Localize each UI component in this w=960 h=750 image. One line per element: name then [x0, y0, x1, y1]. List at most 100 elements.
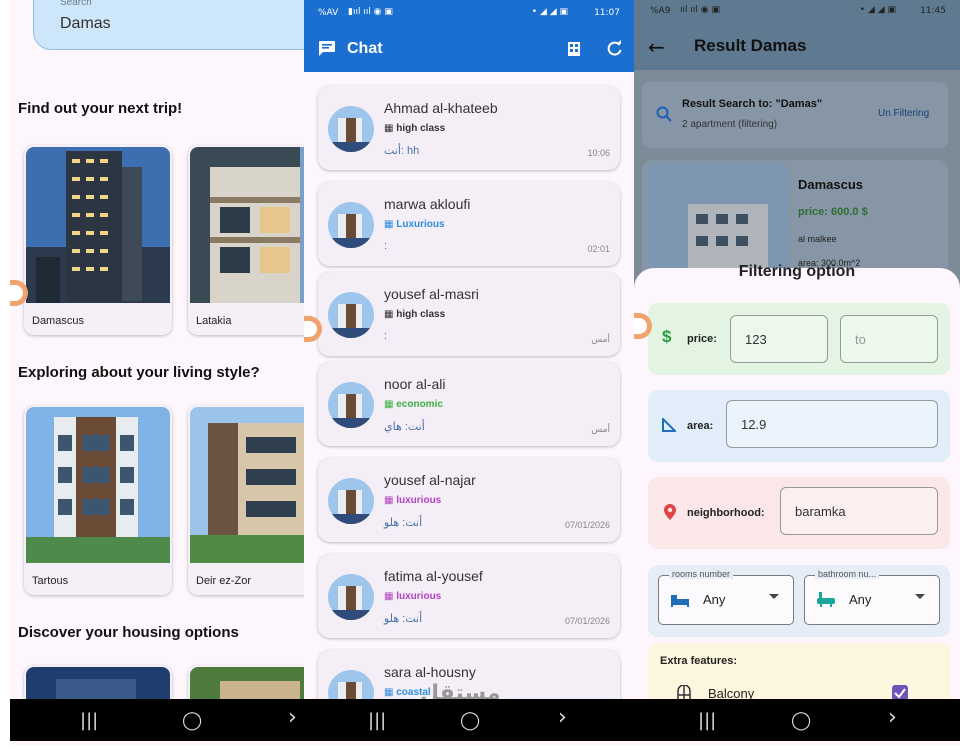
- chat-last-message: أنت: هاي: [384, 421, 425, 433]
- location-pin-icon: [664, 504, 676, 520]
- unfilter-button[interactable]: Un Filtering: [878, 108, 929, 119]
- search-field[interactable]: Search Damas: [33, 0, 304, 50]
- building-icon: ▦: [384, 309, 397, 320]
- price-to-input[interactable]: to: [840, 315, 938, 363]
- chat-item[interactable]: Ahmad al-khateeb ▦ high class أنت: hh 10:06: [318, 86, 620, 170]
- area-input[interactable]: 12.9: [726, 400, 938, 448]
- status-time: 11:07: [594, 8, 620, 18]
- property-city: Damascus: [798, 177, 864, 192]
- rooms-label: rooms number: [669, 569, 734, 579]
- neighborhood-label: neighborhood:: [687, 507, 765, 519]
- chevron-down-icon: [769, 594, 779, 599]
- chevron-down-icon: [915, 594, 925, 599]
- home-button[interactable]: ◯: [182, 710, 202, 731]
- chat-item[interactable]: fatima al-yousef ▦ luxurious أنت: هلو 07/01…: [318, 554, 620, 638]
- city-name: Damascus: [32, 315, 84, 327]
- chat-last-message: أنت: هلو: [384, 613, 423, 625]
- chat-icon: [319, 41, 335, 56]
- app-bar: %A9 ııl ııl ◉ ▣ • ◢ ◢ ▣ 11:45 ← Result D…: [634, 0, 960, 70]
- building-icon: ▦: [384, 219, 397, 230]
- city-name: Latakia: [196, 315, 232, 327]
- notification-icons: • ◢ ◢ ▣: [859, 5, 896, 15]
- chat-class: ▦ Luxurious: [384, 219, 445, 230]
- filter-sheet: Filtering option $ price: 123 to area: 1…: [634, 263, 960, 745]
- app-title: Chat: [347, 40, 383, 57]
- chat-last-message: أنت: هلو: [384, 517, 423, 529]
- status-bar: %A9 ııl ııl ◉ ▣ • ◢ ◢ ▣ 11:45: [634, 0, 960, 26]
- building-image: [190, 407, 304, 563]
- chat-time: 10:06: [587, 148, 610, 158]
- refresh-icon[interactable]: [606, 40, 623, 57]
- notification-icons: • ◢ ◢ ▣: [531, 7, 568, 17]
- section-title-trip: Find out your next trip!: [18, 100, 183, 117]
- recents-button[interactable]: |||: [80, 710, 98, 731]
- back-button[interactable]: ›: [558, 705, 567, 730]
- area-icon: [662, 418, 676, 432]
- chat-item[interactable]: noor al-ali ▦ economic أنت: هاي أمس: [318, 362, 620, 446]
- home-button[interactable]: ◯: [791, 710, 811, 731]
- chat-time: 07/01/2026: [564, 616, 610, 626]
- rooms-filter: rooms number Any bathroom nu... Any: [648, 565, 950, 637]
- city-card-deir-ez-zor[interactable]: Deir ez-Zor: [188, 405, 304, 595]
- building-icon[interactable]: [566, 40, 582, 57]
- search-icon: [656, 106, 672, 122]
- bed-icon: [671, 595, 689, 607]
- price-from-input[interactable]: 123: [730, 315, 828, 363]
- signal-icon: ▮ııl ııl ◉ ▣: [348, 7, 393, 17]
- city-card-latakia[interactable]: Latakia: [188, 145, 304, 335]
- signal-icon: ııl ııl ◉ ▣: [680, 5, 720, 15]
- app-bar: Chat: [304, 26, 634, 72]
- city-card-tartous[interactable]: Tartous: [24, 405, 172, 595]
- back-arrow-icon[interactable]: ←: [648, 35, 665, 59]
- result-heading: Result Search to: "Damas": [682, 98, 823, 110]
- home-button[interactable]: ◯: [460, 710, 480, 731]
- neighborhood-input[interactable]: baramka: [780, 487, 938, 535]
- page-title: Result Damas: [694, 36, 807, 55]
- recents-button[interactable]: |||: [368, 710, 386, 731]
- chat-class: ▦ high class: [384, 123, 445, 134]
- rooms-dropdown[interactable]: rooms number Any: [658, 569, 794, 625]
- price-filter: $ price: 123 to: [648, 303, 950, 375]
- chat-class-label: high class: [396, 123, 446, 134]
- avatar: [328, 382, 374, 428]
- chat-name: yousef al-najar: [384, 472, 476, 488]
- recents-button[interactable]: |||: [698, 710, 716, 731]
- bathroom-dropdown[interactable]: bathroom nu... Any: [804, 569, 940, 625]
- chat-class-label: economic: [396, 399, 443, 410]
- back-button[interactable]: ›: [888, 705, 897, 730]
- extras-label: Extra features:: [660, 655, 738, 667]
- property-card[interactable]: Damascus price: 600.0 $ al malkee area: …: [642, 160, 948, 280]
- back-button[interactable]: ›: [288, 705, 297, 730]
- search-input[interactable]: Damas: [60, 15, 111, 33]
- chat-name: noor al-ali: [384, 376, 446, 392]
- chat-time: أمس: [591, 334, 610, 344]
- chat-item[interactable]: marwa akloufi ▦ Luxurious: 02:01: [318, 182, 620, 266]
- chat-class: ▦ luxurious: [384, 591, 441, 602]
- property-price: price: 600.0 $: [798, 206, 868, 218]
- building-icon: ▦: [384, 591, 397, 602]
- rooms-value: Any: [703, 592, 726, 607]
- avatar: [328, 574, 374, 620]
- home-screen: Search Damas Find out your next trip! Da…: [10, 0, 304, 745]
- price-label: price:: [687, 333, 717, 345]
- chat-name: marwa akloufi: [384, 196, 471, 212]
- chat-name: yousef al-masri: [384, 286, 479, 302]
- chat-last-message: :: [384, 330, 388, 342]
- bathtub-icon: [817, 592, 835, 607]
- dollar-icon: $: [662, 327, 672, 346]
- chat-class-label: luxurious: [396, 495, 442, 506]
- system-nav-bar: ||| ◯ ›: [10, 699, 304, 741]
- chat-item[interactable]: yousef al-masri ▦ high class: أمس: [318, 272, 620, 356]
- chat-class: ▦ high class: [384, 309, 445, 320]
- chat-item[interactable]: yousef al-najar ▦ luxurious أنت: هلو 07/01/…: [318, 458, 620, 542]
- building-icon: ▦: [384, 123, 397, 134]
- city-name: Tartous: [32, 575, 69, 587]
- chat-class-label: high class: [396, 309, 446, 320]
- property-image: [648, 164, 788, 276]
- chat-name: sara al-housny: [384, 664, 476, 680]
- chat-name: Ahmad al-khateeb: [384, 100, 498, 116]
- building-icon: ▦: [384, 687, 397, 698]
- city-card-damascus[interactable]: Damascus: [24, 145, 172, 335]
- chat-class-label: luxurious: [396, 591, 442, 602]
- avatar: [328, 106, 374, 152]
